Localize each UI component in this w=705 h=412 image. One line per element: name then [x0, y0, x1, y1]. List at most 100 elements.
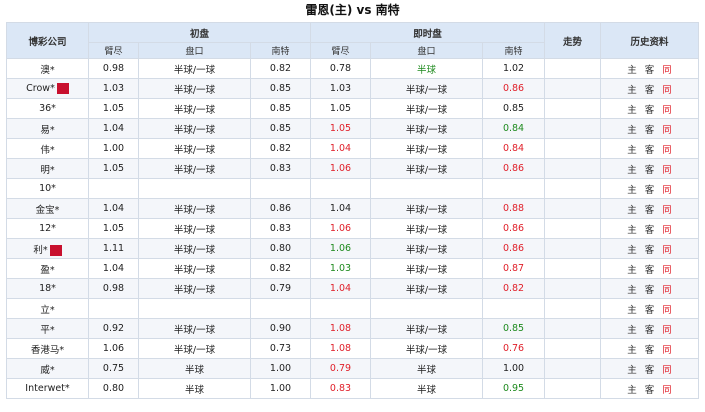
live-handicap-line: 半球/一球 — [370, 78, 483, 99]
history-home-link[interactable]: 主 — [627, 65, 637, 76]
history-home-link[interactable]: 主 — [627, 265, 637, 276]
history-h2h-link[interactable]: 同 — [662, 205, 672, 216]
live-home-odds: 1.04 — [310, 138, 371, 159]
history-h2h-link[interactable]: 同 — [662, 185, 672, 196]
history-away-link[interactable]: 客 — [645, 385, 655, 396]
initial-home-header: 臂尽 — [88, 42, 139, 59]
history-away-link[interactable]: 客 — [645, 245, 655, 256]
history-home-link[interactable]: 主 — [627, 145, 637, 156]
company-cell: 威* — [6, 358, 89, 379]
history-h2h-link[interactable]: 同 — [662, 305, 672, 316]
history-h2h-link[interactable]: 同 — [662, 225, 672, 236]
live-away-odds — [481, 178, 546, 199]
history-home-link[interactable]: 主 — [627, 205, 637, 216]
live-home-odds: 1.06 — [310, 218, 371, 239]
history-h2h-link[interactable]: 同 — [662, 65, 672, 76]
history-home-link[interactable]: 主 — [627, 165, 637, 176]
history-away-link[interactable]: 客 — [645, 145, 655, 156]
trend-cell[interactable] — [544, 258, 602, 279]
history-away-link[interactable]: 客 — [645, 185, 655, 196]
history-away-link[interactable]: 客 — [645, 125, 655, 136]
live-home-odds: 1.04 — [310, 198, 371, 219]
live-away-odds: 0.87 — [481, 258, 546, 279]
company-cell: Interwet* — [6, 378, 89, 399]
history-h2h-link[interactable]: 同 — [662, 125, 672, 136]
history-away-link[interactable]: 客 — [645, 305, 655, 316]
trend-cell[interactable] — [544, 138, 602, 159]
history-home-link[interactable]: 主 — [627, 385, 637, 396]
live-away-odds: 0.86 — [481, 78, 546, 99]
live-away-odds: 0.76 — [481, 338, 546, 359]
history-home-link[interactable]: 主 — [627, 345, 637, 356]
trend-cell[interactable] — [544, 358, 602, 379]
history-away-link[interactable]: 客 — [645, 85, 655, 96]
history-home-link[interactable]: 主 — [627, 185, 637, 196]
history-away-link[interactable]: 客 — [645, 325, 655, 336]
history-h2h-link[interactable]: 同 — [662, 105, 672, 116]
history-home-link[interactable]: 主 — [627, 85, 637, 96]
history-away-link[interactable]: 客 — [645, 65, 655, 76]
history-h2h-link[interactable]: 同 — [662, 345, 672, 356]
trend-cell[interactable] — [544, 218, 602, 239]
history-h2h-link[interactable]: 同 — [662, 265, 672, 276]
trend-cell[interactable] — [544, 178, 602, 199]
trend-cell[interactable] — [544, 58, 602, 79]
trend-cell[interactable] — [544, 98, 602, 119]
company-name: 易* — [40, 124, 55, 136]
history-h2h-link[interactable]: 同 — [662, 165, 672, 176]
history-h2h-link[interactable]: 同 — [662, 285, 672, 296]
history-h2h-link[interactable]: 同 — [662, 385, 672, 396]
history-home-link[interactable]: 主 — [627, 105, 637, 116]
history-away-link[interactable]: 客 — [645, 345, 655, 356]
table-row: 10* 主客同 — [6, 178, 700, 199]
company-cell: 金宝* — [6, 198, 89, 219]
history-h2h-link[interactable]: 同 — [662, 365, 672, 376]
trend-cell[interactable] — [544, 198, 602, 219]
initial-home-odds: 1.06 — [88, 338, 139, 359]
initial-home-odds: 1.03 — [88, 78, 139, 99]
history-home-link[interactable]: 主 — [627, 225, 637, 236]
history-away-link[interactable]: 客 — [645, 165, 655, 176]
trend-cell[interactable] — [544, 238, 602, 259]
trend-cell[interactable] — [544, 378, 602, 399]
history-h2h-link[interactable]: 同 — [662, 325, 672, 336]
initial-away-odds: 0.83 — [250, 218, 311, 239]
trend-cell[interactable] — [544, 318, 602, 339]
company-cell: 明* — [6, 158, 89, 179]
live-handicap-line: 半球/一球 — [370, 258, 483, 279]
history-away-link[interactable]: 客 — [645, 105, 655, 116]
live-away-odds: 0.85 — [481, 318, 546, 339]
company-name: 18* — [39, 283, 56, 294]
company-cell: 立* — [6, 298, 89, 319]
table-row: 金宝* 1.04 半球/一球 0.86 1.04 半球/一球 0.88 主客同 — [6, 198, 700, 219]
history-away-link[interactable]: 客 — [645, 285, 655, 296]
history-away-link[interactable]: 客 — [645, 265, 655, 276]
trend-cell[interactable] — [544, 78, 602, 99]
history-home-link[interactable]: 主 — [627, 285, 637, 296]
trend-cell[interactable] — [544, 158, 602, 179]
history-home-link[interactable]: 主 — [627, 325, 637, 336]
history-h2h-link[interactable]: 同 — [662, 245, 672, 256]
history-home-link[interactable]: 主 — [627, 245, 637, 256]
history-home-link[interactable]: 主 — [627, 305, 637, 316]
trend-cell[interactable] — [544, 118, 602, 139]
initial-home-odds: 1.05 — [88, 98, 139, 119]
history-home-link[interactable]: 主 — [627, 365, 637, 376]
initial-handicap-line: 半球/一球 — [138, 338, 251, 359]
trend-cell[interactable] — [544, 278, 602, 299]
history-away-link[interactable]: 客 — [645, 365, 655, 376]
company-cell: 36* — [6, 98, 89, 119]
table-row: 盈* 1.04 半球/一球 0.82 1.03 半球/一球 0.87 主客同 — [6, 258, 700, 279]
initial-handicap-line: 半球/一球 — [138, 318, 251, 339]
live-away-header: 南特 — [481, 42, 546, 59]
history-h2h-link[interactable]: 同 — [662, 145, 672, 156]
live-handicap-line — [370, 298, 483, 319]
history-away-link[interactable]: 客 — [645, 225, 655, 236]
history-away-link[interactable]: 客 — [645, 205, 655, 216]
history-home-link[interactable]: 主 — [627, 125, 637, 136]
live-handicap-line: 半球 — [370, 58, 483, 79]
trend-cell[interactable] — [544, 298, 602, 319]
trend-cell[interactable] — [544, 338, 602, 359]
initial-away-odds: 1.00 — [250, 358, 311, 379]
history-h2h-link[interactable]: 同 — [662, 85, 672, 96]
